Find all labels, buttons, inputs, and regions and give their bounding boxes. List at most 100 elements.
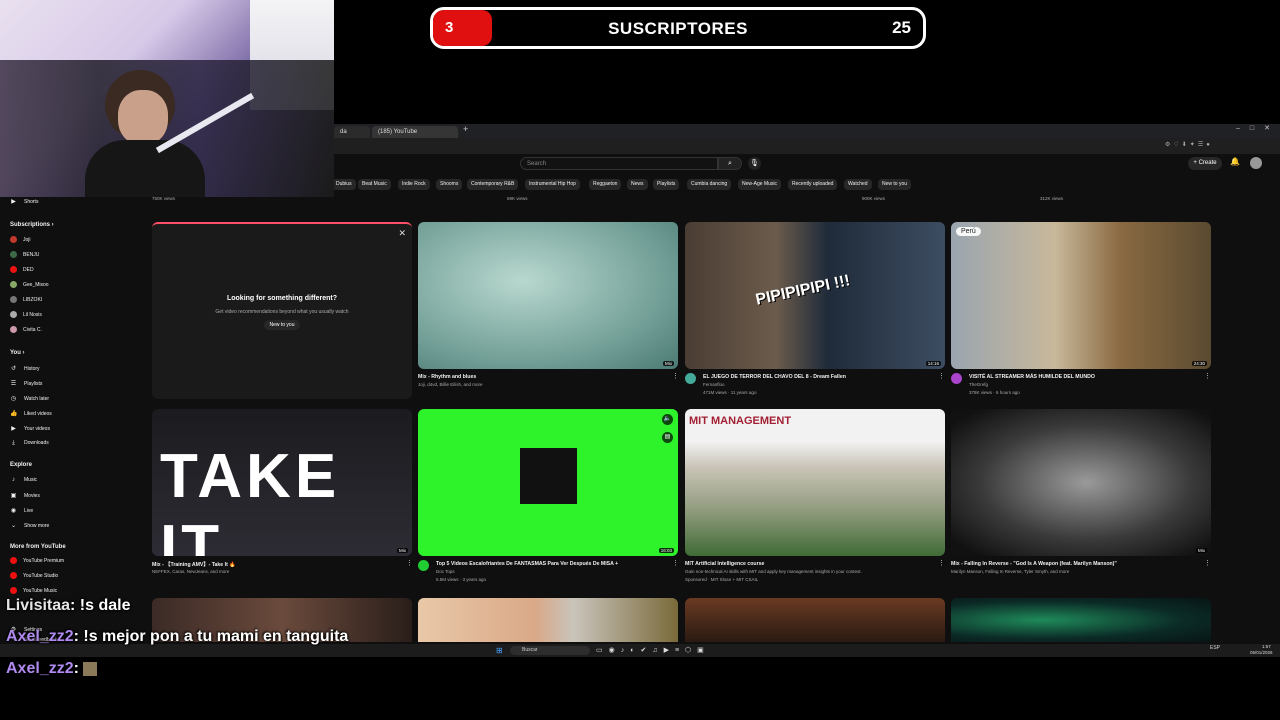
video-thumbnail[interactable]: PIPIPIPIPI !!! 14:16	[685, 222, 945, 369]
sidebar-item-liked[interactable]: 👍 Liked videos	[10, 410, 52, 417]
sidebar-item-label: DED	[23, 266, 34, 273]
video-thumbnail[interactable]: TAKE IT Mix	[152, 409, 412, 556]
video-title[interactable]: Mix - Rhythm and blues	[418, 374, 476, 380]
video-title[interactable]: Mix - Falling In Reverse - "God Is A Wea…	[951, 561, 1117, 567]
video-thumbnail[interactable]: Mix	[951, 409, 1211, 556]
language-indicator[interactable]: ESP	[1210, 645, 1220, 651]
taskbar-app-icons[interactable]: ▭◉♪◐✔♫▶≡⬡▣	[596, 646, 710, 654]
sidebar-item-show-more[interactable]: ⌄ Show more	[10, 522, 49, 529]
chip[interactable]: Playlists	[653, 179, 680, 190]
chip[interactable]: Cumbia dancing	[687, 179, 732, 190]
sidebar-item-subscription[interactable]: Lil Nosis	[10, 311, 42, 318]
sidebar-item-label: Movies	[24, 493, 40, 499]
channel-avatar[interactable]	[951, 373, 962, 384]
chat-username: Livisitaa	[6, 597, 71, 614]
video-title[interactable]: Mix - 【Training AMV】- Take It 🔥	[152, 561, 236, 568]
new-to-you-button[interactable]: New to you	[264, 320, 300, 330]
more-options-icon[interactable]: ⋮	[672, 559, 679, 567]
more-options-icon[interactable]: ⋮	[672, 372, 679, 380]
sidebar-item-yt-music[interactable]: YouTube Music	[10, 587, 57, 594]
sidebar-item-label: Shorts	[24, 199, 39, 205]
section-title: You	[10, 350, 21, 356]
extension-icons[interactable]: ⚙♡⬇✦☰●	[1165, 141, 1265, 150]
search-icon[interactable]: ⌕	[718, 157, 742, 170]
chip[interactable]: New to you	[878, 179, 912, 190]
sidebar-item-subscription[interactable]: LIBZOKI	[10, 296, 42, 303]
sidebar-item-watch-later[interactable]: ◷ Watch later	[10, 395, 49, 402]
windows-start-icon[interactable]: ⊞	[496, 646, 503, 655]
sidebar-item-playlists[interactable]: ☰ Playlists	[10, 380, 43, 387]
sidebar-item-your-videos[interactable]: ▶ Your videos	[10, 425, 50, 432]
sidebar-item-subscription[interactable]: Civita C.	[10, 326, 42, 333]
tab-youtube[interactable]: (185) YouTube	[372, 126, 458, 138]
chip[interactable]: Dubius	[332, 179, 356, 190]
more-options-icon[interactable]: ⋮	[938, 559, 945, 567]
sidebar-item-shorts[interactable]: ▶ Shorts	[10, 198, 38, 205]
sidebar-item-subscription[interactable]: Joji	[10, 236, 31, 243]
subscriptions-title[interactable]: Subscriptions ›	[10, 222, 54, 228]
video-thumbnail[interactable]: 🔈 ▤ 16:03	[418, 409, 678, 556]
captions-icon[interactable]: ▤	[662, 432, 673, 443]
avatar[interactable]	[1250, 157, 1262, 169]
sidebar-item-subscription[interactable]: Gee_Misoo	[10, 281, 49, 288]
video-title[interactable]: VISITÉ AL STREAMER MÁS HUMILDE DEL MUNDO	[969, 374, 1095, 380]
history-icon: ↺	[10, 366, 17, 372]
ad-thumbnail[interactable]: MIT MANAGEMENT	[685, 409, 945, 556]
chevron-down-icon: ⌄	[10, 523, 17, 529]
video-title[interactable]: Top 5 Videos Escalofriantes De FANTASMAS…	[436, 561, 618, 567]
volume-icon[interactable]: 🔈	[662, 414, 673, 425]
chip[interactable]: Reggaeton	[589, 179, 622, 190]
recommendation-prompt-card: ✕ Looking for something different? Get v…	[152, 222, 412, 399]
chip[interactable]: Instrumental Hip Hop	[525, 179, 580, 190]
more-options-icon[interactable]: ⋮	[406, 559, 413, 567]
close-icon[interactable]: ✕	[398, 228, 406, 239]
sidebar-item-history[interactable]: ↺ History	[10, 365, 40, 372]
video-meta: 378K views · 6 hours ago	[969, 390, 1020, 395]
sidebar-item-movies[interactable]: ▣ Movies	[10, 492, 40, 499]
sidebar-item-subscription[interactable]: BENJU	[10, 251, 39, 258]
channel-name[interactable]: TheGrefg	[969, 382, 988, 387]
search-input[interactable]: Search	[520, 157, 718, 170]
new-tab-icon[interactable]: +	[463, 124, 468, 134]
channel-avatar[interactable]	[685, 373, 696, 384]
video-thumbnail[interactable]: Perú 24:30	[951, 222, 1211, 369]
tab-1[interactable]: da	[334, 126, 370, 138]
chip[interactable]: Recently uploaded	[788, 179, 838, 190]
sidebar-item-studio[interactable]: YouTube Studio	[10, 572, 58, 579]
chat-text: : !s mejor pon a tu mami en tanguita	[73, 628, 349, 645]
channel-name[interactable]: Doc Tops	[436, 569, 455, 574]
video-thumbnail[interactable]: Mix	[418, 222, 678, 369]
sidebar-item-live[interactable]: ◉ Live	[10, 507, 33, 514]
clock-time[interactable]: 1:57	[1262, 644, 1271, 649]
sidebar-item-subscription[interactable]: DED	[10, 266, 34, 273]
chip[interactable]: Shooms	[436, 179, 463, 190]
notifications-icon[interactable]: 🔔	[1230, 157, 1240, 166]
chip[interactable]: New-Age Music	[738, 179, 782, 190]
mix-badge: Mix	[1196, 548, 1207, 553]
ad-title[interactable]: MIT Artificial Intelligence course	[685, 561, 764, 567]
video-title[interactable]: EL JUEGO DE TERROR DEL CHAVO DEL 8 - Dre…	[703, 374, 846, 380]
chip[interactable]: News	[627, 179, 648, 190]
create-button[interactable]: + Create	[1188, 157, 1222, 170]
chip[interactable]: Watched	[844, 179, 872, 190]
sidebar-item-downloads[interactable]: ⤓ Downloads	[10, 440, 49, 447]
taskbar-search[interactable]: Buscar	[510, 646, 590, 655]
chip[interactable]: Beat Music	[358, 179, 391, 190]
video-thumbnail[interactable]	[951, 598, 1211, 642]
prev-row-views: 69K views	[507, 196, 528, 201]
video-thumbnail[interactable]	[685, 598, 945, 642]
more-options-icon[interactable]: ⋮	[1204, 559, 1211, 567]
microphone-icon[interactable]: 🎙	[748, 157, 761, 170]
more-options-icon[interactable]: ⋮	[1204, 372, 1211, 380]
more-options-icon[interactable]: ⋮	[938, 372, 945, 380]
video-thumbnail[interactable]	[418, 598, 678, 642]
chip[interactable]: Indie Rock	[398, 179, 430, 190]
window-controls[interactable]: –□✕	[1236, 124, 1280, 132]
channel-name[interactable]: Fernanfloo	[703, 382, 725, 387]
you-title[interactable]: You ›	[10, 350, 25, 356]
clock-date[interactable]: 05/01/2026	[1250, 650, 1273, 655]
sidebar-item-premium[interactable]: YouTube Premium	[10, 557, 64, 564]
channel-avatar[interactable]	[418, 560, 429, 571]
chip[interactable]: Contemporary R&B	[467, 179, 519, 190]
sidebar-item-music[interactable]: ♪ Music	[10, 477, 37, 483]
